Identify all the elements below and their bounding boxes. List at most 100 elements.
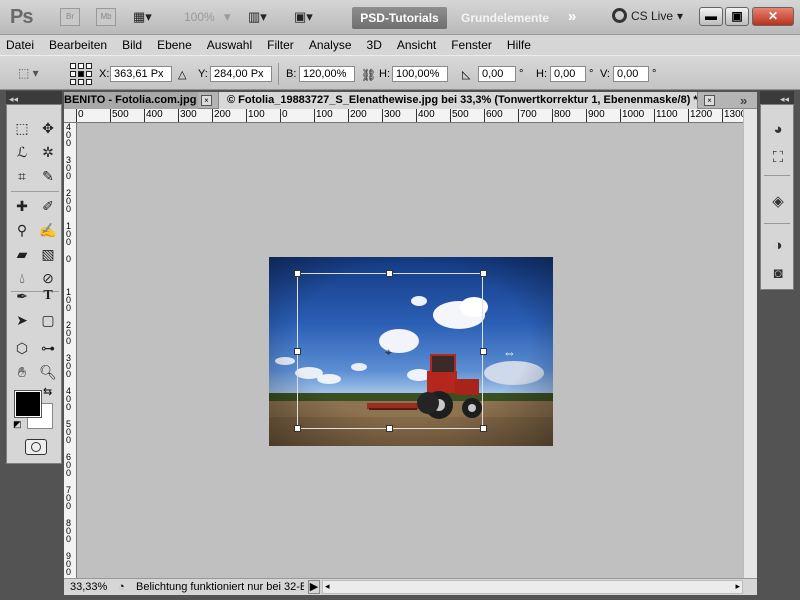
path-selection-tool-icon[interactable]: ➤ [11,309,33,331]
screen-mode-icon[interactable]: ▣▾ [294,8,313,26]
menu-fenster[interactable]: Fenster [451,38,492,52]
expand-icon[interactable]: ◂◂ [780,94,789,104]
reference-point-locator[interactable] [70,63,92,85]
brush-tool-icon[interactable]: ✐ [37,195,59,217]
lasso-tool-icon[interactable]: ℒ [11,141,33,163]
y-position-field[interactable]: 284,00 Px [210,66,272,82]
width-scale-field[interactable]: 120,00% [299,66,355,82]
healing-brush-tool-icon[interactable]: ✚ [11,195,33,217]
rotate-angle-field[interactable]: 0,00 [478,66,516,82]
hand-tool-icon[interactable]: ✋︎ [11,361,33,383]
transform-panel-icon[interactable]: ⛶ [767,147,789,169]
vertical-scrollbar[interactable] [743,109,757,578]
foreground-color-swatch[interactable] [14,390,42,418]
menu-bearbeiten[interactable]: Bearbeiten [49,38,107,52]
3d-orbit-tool-icon[interactable]: ⊶ [37,337,59,359]
adjustments-panel-icon[interactable]: ◕ [767,119,789,141]
reference-point[interactable] [86,63,92,69]
menu-hilfe[interactable]: Hilfe [507,38,531,52]
workspace-grundelemente-button[interactable]: Grundelemente [455,7,555,29]
shape-tool-icon[interactable]: ▢ [37,309,59,331]
reference-point[interactable] [86,79,92,85]
tool-preset-picker[interactable]: ⬚ ▾ [18,66,52,82]
tab-overflow-icon[interactable]: » [740,93,747,108]
x-position-field[interactable]: 363,61 Px [110,66,172,82]
history-brush-tool-icon[interactable]: ✍ [37,219,59,241]
transform-handle[interactable] [480,270,487,277]
mini-bridge-button[interactable]: Mb [96,8,116,26]
crop-tool-icon[interactable]: ⌗ [11,165,33,187]
workspace-psd-tutorials-button[interactable]: PSD-Tutorials [352,7,447,29]
zoom-level[interactable]: 100% [184,10,215,24]
transform-handle[interactable] [294,270,301,277]
reference-point[interactable] [86,71,92,77]
reference-point[interactable] [70,63,76,69]
status-menu-arrow-icon[interactable]: ▶ [308,580,320,594]
horizontal-ruler[interactable]: 0 500 400 300 200 100 0 100 200 300 400 500 600 700 80… [76,109,743,123]
tab-close-icon[interactable]: × [704,95,715,106]
layers-panel-icon[interactable]: ◈ [767,191,789,213]
move-tool-icon[interactable]: ✥ [37,117,59,139]
default-colors-icon[interactable]: ◩ [13,419,22,430]
height-scale-field[interactable]: 100,00% [392,66,448,82]
horizontal-scrollbar[interactable]: ◂ ▸ [322,580,743,594]
pen-tool-icon[interactable]: ✒ [11,285,33,307]
type-tool-icon[interactable]: T [37,285,59,307]
close-button[interactable]: ✕ [752,7,794,26]
quick-selection-tool-icon[interactable]: ✲ [37,141,59,163]
document-image[interactable]: ⌖ ⇔ [269,257,553,446]
swap-colors-icon[interactable]: ⇆ [43,385,52,398]
zoom-tool-icon[interactable]: 🔍︎ [37,361,59,383]
transform-handle[interactable] [294,348,301,355]
menu-analyse[interactable]: Analyse [309,38,352,52]
transform-handle[interactable] [294,425,301,432]
reference-point-center[interactable] [78,71,84,77]
cs-live-button[interactable]: CS Live ▾ [612,8,683,23]
transform-handle[interactable] [480,425,487,432]
transform-handle[interactable] [480,348,487,355]
workspace-more-icon[interactable]: » [568,8,576,25]
reference-point[interactable] [70,79,76,85]
status-zoom[interactable]: 33,33% [70,581,107,593]
menu-ebene[interactable]: Ebene [157,38,192,52]
menu-ansicht[interactable]: Ansicht [397,38,436,52]
relative-position-icon[interactable]: △ [178,68,186,81]
menu-3d[interactable]: 3D [367,38,382,52]
menu-bild[interactable]: Bild [122,38,142,52]
tab-close-icon[interactable]: × [201,95,212,106]
arrange-documents-icon[interactable]: ▥▾ [248,8,267,26]
scroll-right-icon[interactable]: ▸ [735,581,740,592]
scroll-left-icon[interactable]: ◂ [325,581,330,592]
eyedropper-tool-icon[interactable]: ✎ [37,165,59,187]
skew-horizontal-field[interactable]: 0,00 [550,66,586,82]
link-icon[interactable]: ⛓ [361,68,376,82]
zoom-dropdown-icon[interactable]: ▾ [224,8,231,26]
gradient-tool-icon[interactable]: ▧ [37,243,59,265]
eraser-tool-icon[interactable]: ▰ [11,243,33,265]
menu-filter[interactable]: Filter [267,38,294,52]
restore-button[interactable]: ▣ [725,7,749,26]
transform-center-icon[interactable]: ⌖ [385,346,392,358]
bridge-button[interactable]: Br [60,8,80,26]
3d-rotate-tool-icon[interactable]: ⬡ [11,337,33,359]
transform-handle[interactable] [386,425,393,432]
quick-mask-panel-icon[interactable]: ◙ [767,263,789,285]
clone-stamp-tool-icon[interactable]: ⚲ [11,219,33,241]
masks-panel-icon[interactable]: ◑ [767,235,789,257]
tab-benito[interactable]: BENITO - Fotolia.com.jpg [64,92,198,109]
reference-point[interactable] [78,63,84,69]
reference-point[interactable] [78,79,84,85]
quick-mask-button[interactable] [25,439,47,455]
menu-datei[interactable]: Datei [6,38,34,52]
marquee-tool-icon[interactable]: ⬚ [11,117,33,139]
collapse-icon[interactable]: ◂◂ [9,94,18,104]
tools-panel-header[interactable]: ◂◂ [6,91,62,105]
reference-point[interactable] [70,71,76,77]
view-extras-icon[interactable]: ▦▾ [133,8,152,26]
skew-vertical-field[interactable]: 0,00 [613,66,649,82]
right-dock-header[interactable]: ◂◂ [760,91,794,105]
vertical-ruler[interactable]: 4 0 0 3 0 0 2 0 0 1 0 0 0 1 0 0 2 0 0 3 0 0 4 0 … [64,123,77,578]
menu-auswahl[interactable]: Auswahl [207,38,252,52]
minimize-button[interactable]: ▬ [699,7,723,26]
tab-elenathewise[interactable]: © Fotolia_19883727_S_Elenathewise.jpg be… [218,92,698,109]
